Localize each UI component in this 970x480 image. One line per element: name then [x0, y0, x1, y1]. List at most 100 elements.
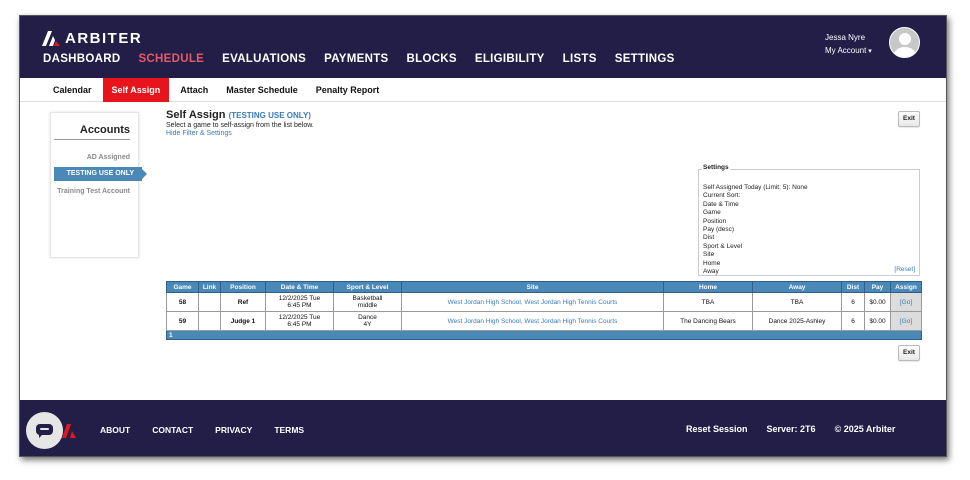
col-header-position[interactable]: Position — [220, 281, 266, 293]
table-footer-row: 1 — [166, 330, 922, 340]
tab-calendar[interactable]: Calendar — [44, 78, 101, 102]
settings-line: Self Assigned Today (Limit: 5): None — [703, 184, 808, 191]
cell-link — [198, 311, 221, 331]
nav-schedule[interactable]: SCHEDULE — [138, 53, 204, 65]
avatar[interactable] — [889, 27, 920, 58]
exit-button-bottom[interactable]: Exit — [898, 345, 920, 361]
cell-pay: $0.00 — [864, 292, 891, 312]
games-table: Game Link Position Date & Time Sport & L… — [166, 281, 922, 340]
avatar-head-shape — [899, 33, 911, 45]
settings-line: Home — [703, 259, 721, 267]
nav-dashboard[interactable]: DASHBOARD — [43, 53, 120, 65]
hide-filter-settings-link[interactable]: Hide Filter & Settings — [166, 130, 232, 137]
account-item-ad-assigned[interactable]: AD Assigned — [44, 154, 130, 161]
app-window: ARBITER DASHBOARD SCHEDULE EVALUATIONS P… — [19, 15, 947, 457]
accounts-panel: Accounts AD Assigned TESTING USE ONLY Tr… — [50, 112, 147, 258]
reset-session-link[interactable]: Reset Session — [686, 424, 748, 434]
nav-blocks[interactable]: BLOCKS — [407, 53, 457, 65]
cell-time: 6:45 PM — [287, 321, 312, 328]
tab-attach[interactable]: Attach — [171, 78, 217, 102]
col-header-pay[interactable]: Pay — [864, 281, 891, 293]
cell-dist: 6 — [841, 311, 865, 331]
go-assign-button[interactable]: [Go] — [890, 311, 922, 331]
col-header-date-time[interactable]: Date & Time — [265, 281, 334, 293]
chat-button[interactable] — [26, 412, 63, 449]
brand-name: ARBITER — [65, 30, 143, 47]
cell-away: Dance 2025-Ashley — [752, 311, 842, 331]
cell-date: 12/2/2025 Tue — [278, 295, 321, 302]
page-title-text: Self Assign — [166, 109, 226, 121]
exit-button-top[interactable]: Exit — [898, 111, 920, 127]
cell-dist: 6 — [841, 292, 865, 312]
nav-evaluations[interactable]: EVALUATIONS — [222, 53, 306, 65]
table-header-row: Game Link Position Date & Time Sport & L… — [166, 281, 922, 293]
cell-pay: $0.00 — [864, 311, 891, 331]
footer-right: Reset Session Server: 2T6 © 2025 Arbiter — [686, 424, 914, 434]
settings-line: Current Sort: — [703, 192, 741, 200]
settings-line: Game — [703, 209, 721, 217]
arbiter-mark-icon — [42, 31, 60, 46]
nav-settings[interactable]: SETTINGS — [615, 53, 675, 65]
go-assign-button[interactable]: [Go] — [890, 292, 922, 312]
nav-lists[interactable]: LISTS — [563, 53, 597, 65]
settings-lines: Self Assigned Today (Limit: 5): None Cur… — [703, 184, 808, 276]
footer-link-contact[interactable]: CONTACT — [152, 425, 193, 435]
cell-site-link[interactable]: West Jordan High School, West Jordan Hig… — [401, 311, 664, 331]
col-header-assign[interactable]: Assign — [890, 281, 922, 293]
nav-eligibility[interactable]: ELIGIBILITY — [475, 53, 545, 65]
my-account-dropdown[interactable]: My Account — [825, 44, 872, 58]
nav-payments[interactable]: PAYMENTS — [324, 53, 388, 65]
settings-line: Away — [703, 268, 719, 276]
main-nav: DASHBOARD SCHEDULE EVALUATIONS PAYMENTS … — [43, 53, 693, 65]
cell-home: TBA — [663, 292, 753, 312]
user-menu: Jessa Nyre My Account — [825, 31, 872, 58]
settings-box: Settings Self Assigned Today (Limit: 5):… — [698, 164, 920, 276]
tab-master-schedule[interactable]: Master Schedule — [217, 78, 307, 102]
chat-bubble-icon — [36, 424, 53, 438]
account-item-training-test-account[interactable]: Training Test Account — [44, 188, 130, 195]
cell-home: The Dancing Bears — [663, 311, 753, 331]
account-item-testing-use-only[interactable]: TESTING USE ONLY — [54, 167, 147, 181]
settings-line: Pay (desc) — [703, 226, 735, 234]
col-header-game[interactable]: Game — [166, 281, 199, 293]
settings-line: Sport & Level — [703, 242, 743, 250]
tab-penalty-report[interactable]: Penalty Report — [307, 78, 389, 102]
settings-line: Site — [703, 251, 715, 259]
page-subtitle: Select a game to self-assign from the li… — [166, 122, 314, 129]
cell-position: Judge 1 — [220, 311, 266, 331]
cell-game: 58 — [166, 292, 199, 312]
settings-line: Dist — [703, 234, 715, 242]
settings-reset-link[interactable]: [Reset] — [894, 266, 915, 273]
col-header-dist[interactable]: Dist — [841, 281, 865, 293]
cell-date-time: 12/2/2025 Tue 6:45 PM — [265, 292, 334, 312]
top-navigation-bar: ARBITER DASHBOARD SCHEDULE EVALUATIONS P… — [20, 16, 946, 78]
table-row: 58 Ref 12/2/2025 Tue 6:45 PM Basketball mi… — [166, 292, 922, 312]
cell-time: 6:45 PM — [287, 302, 312, 309]
arbiter-logo[interactable]: ARBITER — [42, 30, 142, 47]
cell-site-link[interactable]: West Jordan High School, West Jordan Hig… — [401, 292, 664, 312]
footer-link-privacy[interactable]: PRIVACY — [215, 425, 252, 435]
settings-line: Position — [703, 217, 727, 225]
cell-link — [198, 292, 221, 312]
footer-arbiter-mark-icon — [62, 424, 76, 438]
main-content: Accounts AD Assigned TESTING USE ONLY Tr… — [20, 102, 946, 400]
col-header-sport-level[interactable]: Sport & Level — [333, 281, 402, 293]
cell-sport-level: Dance 4Y — [333, 311, 402, 331]
site-footer: ABOUT CONTACT PRIVACY TERMS Reset Sessio… — [20, 400, 946, 456]
footer-link-about[interactable]: ABOUT — [100, 425, 130, 435]
tab-self-assign[interactable]: Self Assign — [102, 77, 170, 102]
settings-line: Date & Time — [703, 200, 739, 208]
col-header-away[interactable]: Away — [752, 281, 842, 293]
cell-date-time: 12/2/2025 Tue 6:45 PM — [265, 311, 334, 331]
accounts-title: Accounts — [54, 124, 130, 140]
cell-away: TBA — [752, 292, 842, 312]
table-row: 59 Judge 1 12/2/2025 Tue 6:45 PM Dance 4Y … — [166, 311, 922, 331]
cell-position: Ref — [220, 292, 266, 312]
chat-bubble-line — [40, 428, 49, 430]
page-title: Self Assign (TESTING USE ONLY) — [166, 109, 311, 121]
col-header-site[interactable]: Site — [401, 281, 664, 293]
table-page-number[interactable]: 1 — [166, 330, 922, 340]
footer-link-terms[interactable]: TERMS — [274, 425, 304, 435]
col-header-home[interactable]: Home — [663, 281, 753, 293]
col-header-link[interactable]: Link — [198, 281, 221, 293]
